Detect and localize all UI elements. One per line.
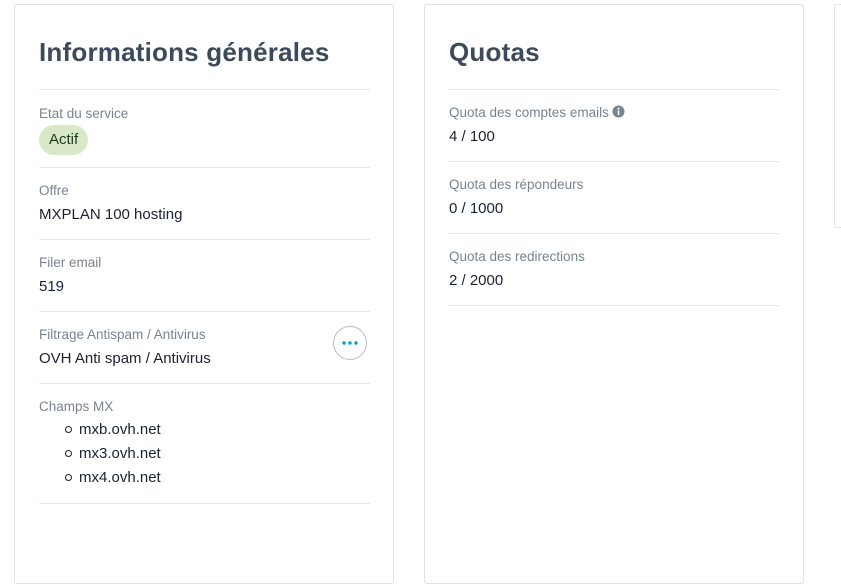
offer-value: MXPLAN 100 hosting xyxy=(39,206,183,223)
responders-quota-section: Quota des répondeurs 0 / 1000 xyxy=(449,161,780,233)
list-item: mx4.ovh.net xyxy=(65,468,161,492)
offer-label: Offre xyxy=(39,183,69,198)
filer-label: Filer email xyxy=(39,255,102,270)
divider xyxy=(449,305,780,306)
mx-label: Champs MX xyxy=(39,399,114,414)
redirections-quota-value: 2 / 2000 xyxy=(449,272,504,289)
email-accounts-quota-value: 4 / 100 xyxy=(449,128,495,145)
redirections-quota-label: Quota des redirections xyxy=(449,249,585,264)
general-info-title: Informations générales xyxy=(39,37,330,67)
quotas-tile: Quotas Quota des comptes emails 4 / 100 … xyxy=(424,4,804,584)
status-badge: Actif xyxy=(39,125,89,155)
bullet-icon xyxy=(65,474,72,481)
mx-section: Champs MX mxb.ovh.net mx3.ovh.net mx4.ov… xyxy=(39,383,370,503)
bullet-icon xyxy=(65,450,72,457)
mx-value: mx4.ovh.net xyxy=(79,469,161,486)
service-state-label: Etat du service xyxy=(39,106,129,121)
info-icon[interactable] xyxy=(612,105,625,121)
offer-section: Offre MXPLAN 100 hosting xyxy=(39,167,370,239)
email-accounts-quota-section: Quota des comptes emails 4 / 100 xyxy=(449,89,780,161)
quotas-title: Quotas xyxy=(449,37,540,67)
divider xyxy=(39,503,370,504)
service-state-section: Etat du service Actif xyxy=(39,89,370,167)
filtering-label: Filtrage Antispam / Antivirus xyxy=(39,327,206,342)
filtering-actions-button[interactable] xyxy=(333,326,367,360)
email-accounts-quota-label-text: Quota des comptes emails xyxy=(449,105,609,120)
responders-quota-label: Quota des répondeurs xyxy=(449,177,584,192)
bullet-icon xyxy=(65,426,72,433)
filtering-section: Filtrage Antispam / Antivirus OVH Anti s… xyxy=(39,311,370,383)
responders-quota-value: 0 / 1000 xyxy=(449,200,504,217)
list-item: mxb.ovh.net xyxy=(65,420,161,444)
ellipsis-icon xyxy=(342,341,358,345)
filer-section: Filer email 519 xyxy=(39,239,370,311)
mx-value: mxb.ovh.net xyxy=(79,421,161,438)
mx-list: mxb.ovh.net mx3.ovh.net mx4.ovh.net xyxy=(65,420,161,492)
list-item: mx3.ovh.net xyxy=(65,444,161,468)
email-accounts-quota-label: Quota des comptes emails xyxy=(449,105,625,121)
redirections-quota-section: Quota des redirections 2 / 2000 xyxy=(449,233,780,305)
third-tile xyxy=(834,4,841,228)
filtering-value: OVH Anti spam / Antivirus xyxy=(39,350,211,367)
mx-value: mx3.ovh.net xyxy=(79,445,161,462)
general-info-tile: Informations générales Etat du service A… xyxy=(14,4,394,584)
filer-value: 519 xyxy=(39,278,65,295)
